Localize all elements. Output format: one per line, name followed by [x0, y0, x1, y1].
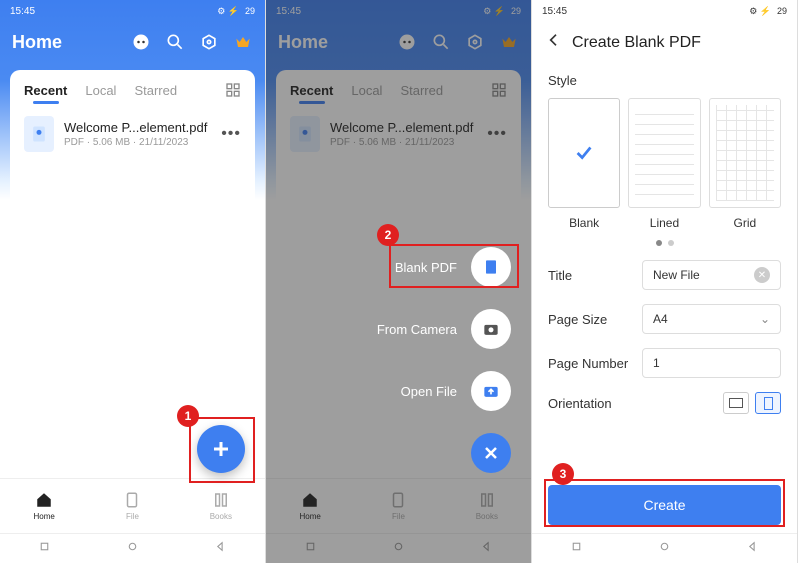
page-title: Home — [12, 32, 62, 53]
file-thumb-icon — [24, 116, 54, 152]
file-tabs: Recent Local Starred — [10, 70, 255, 106]
screen-actions: 15:45 ⚙ ⚡ 29 Home Recent Local Starred W… — [266, 0, 532, 563]
status-icons: ⚙ ⚡ 29 — [217, 6, 255, 17]
screen-title: Create Blank PDF — [572, 34, 701, 52]
badge-2: 2 — [377, 224, 399, 246]
sys-back-icon[interactable] — [746, 540, 759, 558]
fab-close-button[interactable] — [471, 433, 511, 473]
title-input[interactable]: New File ✕ — [642, 260, 781, 290]
bottom-nav: Home File Books — [0, 478, 265, 533]
chevron-down-icon: ⌄ — [760, 312, 770, 326]
style-grid[interactable]: Grid — [709, 98, 781, 230]
style-options: Blank Lined Grid — [548, 98, 781, 230]
nav-books[interactable]: Books — [177, 479, 265, 533]
page-size-label: Page Size — [548, 312, 632, 327]
action-from-camera[interactable]: From Camera — [377, 309, 511, 349]
file-meta: PDF · 5.06 MB · 21/11/2023 — [64, 137, 211, 148]
screen-create-pdf: 15:45 ⚙ ⚡ 29 Create Blank PDF Style Blan… — [532, 0, 798, 563]
robot-icon[interactable] — [131, 32, 151, 52]
title-label: Title — [548, 268, 632, 283]
fab-add-button[interactable] — [197, 425, 245, 473]
grid-view-icon[interactable] — [225, 82, 241, 98]
style-label: Style — [548, 73, 781, 88]
create-button[interactable]: Create — [548, 485, 781, 525]
tab-local[interactable]: Local — [85, 83, 116, 98]
sys-back-icon[interactable] — [214, 540, 227, 558]
app-header: Home — [0, 22, 265, 62]
nav-file[interactable]: File — [88, 479, 176, 533]
status-bar: 15:45 ⚙ ⚡ 29 — [532, 0, 797, 22]
sys-home-icon[interactable] — [126, 540, 139, 558]
badge-1: 1 — [177, 405, 199, 427]
tab-starred[interactable]: Starred — [134, 83, 177, 98]
screen-home: 15:45 ⚙ ⚡ 29 Home Recent Local Starred W… — [0, 0, 266, 563]
page-size-select[interactable]: A4 ⌄ — [642, 304, 781, 334]
orientation-portrait[interactable] — [755, 392, 781, 414]
create-header: Create Blank PDF — [532, 22, 797, 63]
action-menu: Blank PDF From Camera Open File — [377, 247, 511, 473]
orientation-label: Orientation — [548, 396, 632, 411]
file-name: Welcome P...element.pdf — [64, 120, 211, 135]
clear-icon[interactable]: ✕ — [754, 267, 770, 283]
orientation-landscape[interactable] — [723, 392, 749, 414]
sys-home-icon[interactable] — [658, 540, 671, 558]
search-icon[interactable] — [165, 32, 185, 52]
status-time: 15:45 — [10, 6, 35, 17]
tab-recent[interactable]: Recent — [24, 83, 67, 98]
style-pager — [548, 240, 781, 246]
system-nav — [0, 533, 265, 563]
sys-recent-icon[interactable] — [38, 540, 51, 558]
page-number-label: Page Number — [548, 356, 632, 371]
sys-recent-icon[interactable] — [570, 540, 583, 558]
back-icon[interactable] — [546, 32, 562, 53]
page-number-input[interactable]: 1 — [642, 348, 781, 378]
style-blank[interactable]: Blank — [548, 98, 620, 230]
badge-3: 3 — [552, 463, 574, 485]
nav-home[interactable]: Home — [0, 479, 88, 533]
file-item[interactable]: Welcome P...element.pdf PDF · 5.06 MB · … — [10, 106, 255, 162]
action-open-file[interactable]: Open File — [401, 371, 511, 411]
content-card: Recent Local Starred Welcome P...element… — [10, 70, 255, 478]
settings-icon[interactable] — [199, 32, 219, 52]
style-lined[interactable]: Lined — [628, 98, 700, 230]
action-blank-pdf[interactable]: Blank PDF — [395, 247, 511, 287]
more-icon[interactable]: ••• — [221, 125, 241, 143]
status-bar: 15:45 ⚙ ⚡ 29 — [0, 0, 265, 22]
crown-icon[interactable] — [233, 32, 253, 52]
